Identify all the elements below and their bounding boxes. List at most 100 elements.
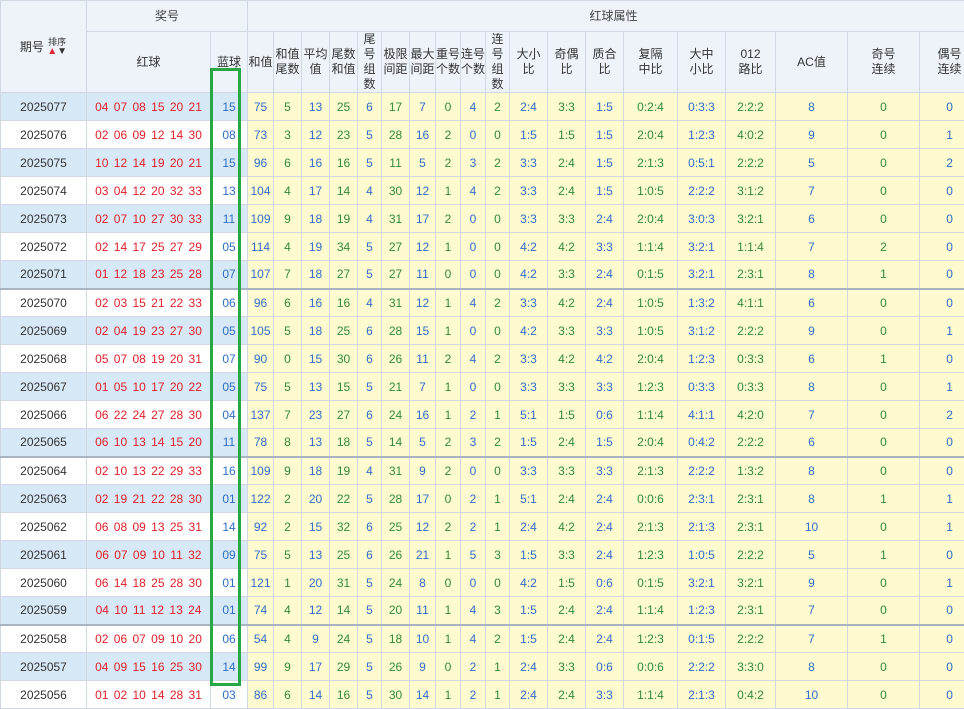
issue-header[interactable]: 期号 排序 ▲▼ (1, 1, 87, 93)
red-balls-cell: 05 07 08 19 20 31 (87, 345, 211, 373)
attr-cell-10: 4:2 (510, 317, 548, 345)
attr-cell-15: 4:2:0 (726, 401, 776, 429)
attr-cell-14: 0:3:3 (678, 93, 726, 121)
attr-cell-12: 3:3 (586, 457, 624, 485)
attr-cell-7: 2 (436, 429, 461, 457)
attr-cell-9: 0 (486, 457, 510, 485)
attr-cell-8: 0 (461, 121, 486, 149)
table-row[interactable]: 202505704 09 15 16 25 301499917295269021… (1, 653, 964, 681)
attr-cell-17: 1 (848, 541, 920, 569)
table-row[interactable]: 202507403 04 12 20 32 331310441714430121… (1, 177, 964, 205)
attr-cell-18: 0 (920, 177, 964, 205)
table-row[interactable]: 202505802 06 07 09 10 200654492451810142… (1, 625, 964, 653)
attr-cell-9: 0 (486, 569, 510, 597)
attr-cell-17: 0 (848, 317, 920, 345)
blue-ball-cell: 14 (211, 513, 248, 541)
attr-cell-6: 17 (410, 205, 436, 233)
table-row[interactable]: 202507602 06 09 12 14 300873312235281620… (1, 121, 964, 149)
attr-cell-18: 1 (920, 513, 964, 541)
table-row[interactable]: 202506302 19 21 22 28 300112222022528170… (1, 485, 964, 513)
attr-cell-0: 73 (248, 121, 274, 149)
issue-cell: 2025056 (1, 681, 87, 709)
table-row[interactable]: 202507101 12 18 23 25 280710771827527110… (1, 261, 964, 289)
attr-cell-1: 7 (274, 261, 302, 289)
table-row[interactable]: 202506006 14 18 25 28 300112112031524800… (1, 569, 964, 597)
attr-cell-2: 13 (302, 541, 330, 569)
sort-up-icon[interactable]: ▲ (47, 46, 57, 57)
attr-cell-6: 14 (410, 681, 436, 709)
attr-cell-7: 0 (436, 261, 461, 289)
attr-cell-8: 0 (461, 205, 486, 233)
attr-cell-14: 1:3:2 (678, 289, 726, 317)
attr-cell-6: 10 (410, 625, 436, 653)
attr-cell-3: 29 (330, 653, 358, 681)
attr-cell-11: 4:2 (548, 289, 586, 317)
attr-cell-5: 27 (382, 261, 410, 289)
issue-cell: 2025063 (1, 485, 87, 513)
attr-cell-15: 0:4:2 (726, 681, 776, 709)
table-row[interactable]: 202507510 12 14 19 20 211596616165115232… (1, 149, 964, 177)
table-row[interactable]: 202507704 07 08 15 20 211575513256177042… (1, 93, 964, 121)
attr-cell-15: 0:3:3 (726, 373, 776, 401)
red-balls-cell: 06 08 09 13 25 31 (87, 513, 211, 541)
attr-cell-17: 0 (848, 569, 920, 597)
attr-cell-3: 16 (330, 149, 358, 177)
attr-cell-13: 2:0:4 (624, 205, 678, 233)
attr-cell-12: 1:5 (586, 93, 624, 121)
issue-cell: 2025075 (1, 149, 87, 177)
table-row[interactable]: 202506701 05 10 17 20 220575513155217100… (1, 373, 964, 401)
attr-cell-9: 0 (486, 233, 510, 261)
attr-cell-8: 4 (461, 289, 486, 317)
attr-cell-1: 9 (274, 653, 302, 681)
attr-cell-17: 0 (848, 373, 920, 401)
attr-cell-2: 16 (302, 289, 330, 317)
attr-cell-5: 28 (382, 121, 410, 149)
table-row[interactable]: 202506506 10 13 14 15 201178813185145232… (1, 429, 964, 457)
attr-cell-16: 7 (776, 233, 848, 261)
attr-cell-0: 122 (248, 485, 274, 513)
attr-cell-9: 2 (486, 149, 510, 177)
attr-cell-16: 8 (776, 261, 848, 289)
sort-control[interactable]: 排序 ▲▼ (47, 37, 67, 57)
table-row[interactable]: 202507002 03 15 21 22 330696616164311214… (1, 289, 964, 317)
attr-cell-5: 24 (382, 569, 410, 597)
attr-cell-13: 2:0:4 (624, 345, 678, 373)
attr-header-13: 复隔 中比 (624, 32, 678, 93)
issue-cell: 2025058 (1, 625, 87, 653)
table-row[interactable]: 202506805 07 08 19 20 310790015306261124… (1, 345, 964, 373)
table-row[interactable]: 202506902 04 19 23 27 300510551825628151… (1, 317, 964, 345)
attr-cell-16: 7 (776, 401, 848, 429)
table-row[interactable]: 202505601 02 10 14 28 310386614165301412… (1, 681, 964, 709)
red-balls-cell: 02 07 10 27 30 33 (87, 205, 211, 233)
sort-down-icon[interactable]: ▼ (57, 46, 67, 57)
attr-cell-4: 6 (358, 93, 382, 121)
attr-cell-13: 2:0:4 (624, 121, 678, 149)
attr-cell-12: 2:4 (586, 261, 624, 289)
blue-ball-cell: 04 (211, 401, 248, 429)
attr-header-6: 最大 间距 (410, 32, 436, 93)
table-row[interactable]: 202506606 22 24 27 28 300413772327624161… (1, 401, 964, 429)
attr-cell-10: 1:5 (510, 597, 548, 625)
attr-cell-5: 28 (382, 317, 410, 345)
red-balls-cell: 02 06 09 12 14 30 (87, 121, 211, 149)
table-row[interactable]: 202507202 14 17 25 27 290511441934527121… (1, 233, 964, 261)
attr-cell-11: 3:3 (548, 653, 586, 681)
table-row[interactable]: 202506206 08 09 13 25 311492215326251222… (1, 513, 964, 541)
attr-cell-5: 31 (382, 457, 410, 485)
attr-cell-8: 4 (461, 345, 486, 373)
table-row[interactable]: 202506106 07 09 10 11 320975513256262115… (1, 541, 964, 569)
attr-cell-9: 2 (486, 93, 510, 121)
attr-cell-0: 92 (248, 513, 274, 541)
table-row[interactable]: 202505904 10 11 12 13 240174412145201114… (1, 597, 964, 625)
attr-cell-17: 1 (848, 485, 920, 513)
attr-cell-17: 0 (848, 121, 920, 149)
attr-cell-3: 18 (330, 429, 358, 457)
table-row[interactable]: 202507302 07 10 27 30 331110991819431172… (1, 205, 964, 233)
red-balls-cell: 10 12 14 19 20 21 (87, 149, 211, 177)
attr-cell-4: 6 (358, 345, 382, 373)
table-row[interactable]: 202506402 10 13 22 29 331610991819431920… (1, 457, 964, 485)
attr-cell-6: 16 (410, 121, 436, 149)
attr-cell-9: 1 (486, 513, 510, 541)
issue-cell: 2025071 (1, 261, 87, 289)
attr-cell-1: 9 (274, 457, 302, 485)
